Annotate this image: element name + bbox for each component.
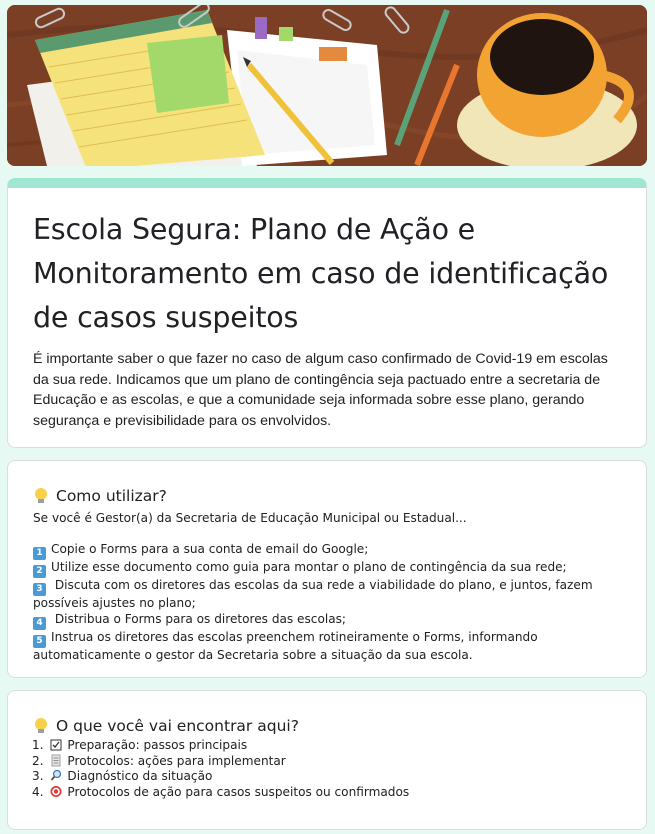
desk-illustration xyxy=(7,5,647,166)
notepad-icon xyxy=(52,754,61,767)
list-item: 3. Diagnóstico da situação xyxy=(32,769,213,784)
list-item: 2. Protocolos: ações para implementar xyxy=(32,753,286,768)
section-title-text: O que você vai encontrar aqui? xyxy=(56,717,299,735)
list-item: 4. Protocolos de ação para casos suspeit… xyxy=(32,785,410,800)
step-item: 1 Copie o Forms para a sua conta de email… xyxy=(33,542,633,561)
step-item: 3 Discuta com os diretores das escolas d… xyxy=(33,578,593,611)
lightbulb-icon xyxy=(35,718,47,733)
step-item: 5 Instrua os diretores das escolas preenc… xyxy=(33,630,538,663)
form-title-card: Escola Segura: Plano de Ação e Monitoram… xyxy=(7,178,647,448)
list-item: 1. Preparação: passos principais xyxy=(32,738,248,752)
target-icon xyxy=(50,786,62,798)
form-title: Escola Segura: Plano de Ação e Monitoram… xyxy=(33,213,609,334)
magnifier-icon xyxy=(51,770,62,781)
keycap-1-icon: 1 xyxy=(33,547,46,561)
contents-list: 1. Preparação: passos principais 2. Prot… xyxy=(32,738,632,801)
section-title-how-to-use: Como utilizar? xyxy=(33,486,167,506)
keycap-2-icon: 2 xyxy=(33,565,46,579)
section-contents: O que você vai encontrar aqui? 1. Prepar… xyxy=(7,690,647,830)
keycap-4-icon: 4 xyxy=(33,617,46,631)
how-to-intro: Se você é Gestor(a) da Secretaria de Edu… xyxy=(33,511,467,525)
lightbulb-icon xyxy=(35,488,47,503)
section-title-text: Como utilizar? xyxy=(56,487,167,505)
section-how-to-use: Como utilizar? Se você é Gestor(a) da Se… xyxy=(7,460,647,678)
section-title-contents: O que você vai encontrar aqui? xyxy=(33,716,299,736)
header-banner-image xyxy=(7,5,647,166)
keycap-5-icon: 5 xyxy=(33,635,46,649)
step-item: 2 Utilize esse documento como guia para m… xyxy=(33,560,633,579)
how-to-body: Se você é Gestor(a) da Secretaria de Edu… xyxy=(33,511,633,664)
keycap-3-icon: 3 xyxy=(33,583,46,597)
form-description: É importante saber o que fazer no caso d… xyxy=(33,351,608,429)
step-item: 4 Distribua o Forms para os diretores da… xyxy=(33,612,633,631)
checkbox-icon xyxy=(50,739,62,751)
